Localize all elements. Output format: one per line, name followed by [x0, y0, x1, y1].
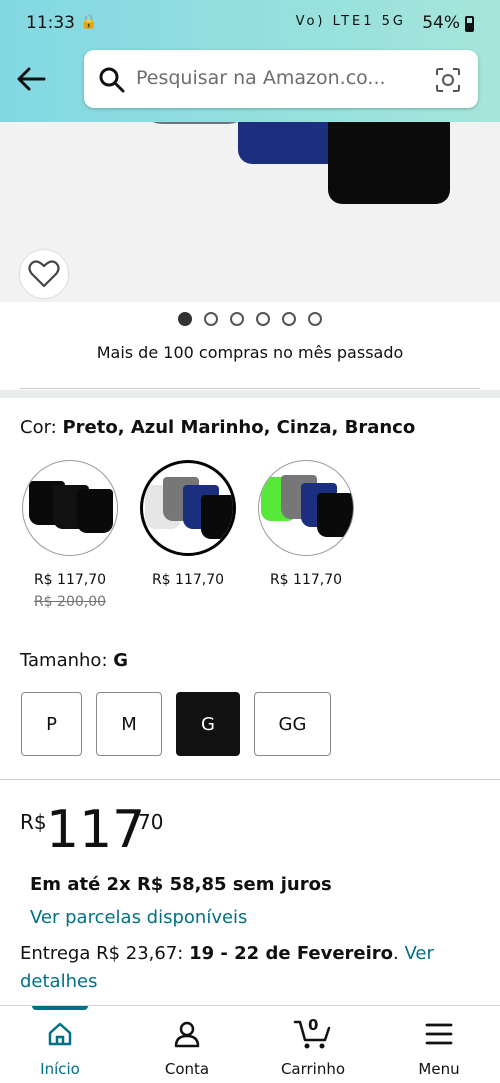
cart-icon: 0 — [263, 1016, 363, 1050]
size-option-p[interactable]: P — [21, 692, 82, 756]
search-input[interactable]: Pesquisar na Amazon.co... — [84, 50, 478, 108]
installments-link[interactable]: Ver parcelas disponíveis — [30, 907, 247, 928]
swatch-old-price: R$ 200,00 — [33, 594, 107, 610]
color-heading: Cor: Preto, Azul Marinho, Cinza, Branco — [20, 417, 415, 438]
gallery-dot[interactable] — [178, 312, 192, 326]
swatch-shirt — [201, 495, 233, 539]
size-option-m[interactable]: M — [96, 692, 162, 756]
size-heading: Tamanho: G — [20, 650, 128, 671]
gallery-dot[interactable] — [308, 312, 322, 326]
nav-account[interactable]: Conta — [137, 1018, 237, 1078]
gallery-dot[interactable] — [204, 312, 218, 326]
price-currency: R$ — [20, 810, 47, 834]
size-label: Tamanho: — [20, 650, 108, 671]
nav-menu[interactable]: Menu — [389, 1018, 489, 1078]
battery-percent: 54% — [422, 13, 460, 33]
cart-count: 0 — [308, 1016, 319, 1034]
swatch-shirt — [317, 493, 353, 537]
gallery-dot[interactable] — [230, 312, 244, 326]
divider — [0, 779, 500, 780]
gallery-dot[interactable] — [282, 312, 296, 326]
back-button[interactable] — [14, 62, 48, 96]
swatch-price: R$ 117,70 — [151, 572, 225, 588]
user-icon — [137, 1018, 237, 1050]
price-integer: 117 — [46, 800, 146, 860]
camera-search-icon[interactable] — [434, 66, 462, 98]
hamburger-menu-icon — [389, 1018, 489, 1050]
delivery-info: Entrega R$ 23,67: 19 - 22 de Fevereiro. … — [20, 940, 480, 996]
delivery-suffix: . — [393, 943, 405, 964]
black-shirt-image — [328, 122, 450, 204]
search-icon — [98, 66, 126, 98]
section-band — [0, 390, 500, 398]
color-swatch-mixed[interactable] — [140, 460, 236, 556]
search-placeholder: Pesquisar na Amazon.co... — [136, 67, 386, 89]
nav-home[interactable]: Início — [10, 1018, 110, 1078]
status-time: 11:33 — [26, 13, 75, 33]
gray-shirt-image — [140, 122, 250, 124]
arrow-left-icon — [17, 67, 46, 91]
installments-text: Em até 2x R$ 58,85 sem juros — [30, 874, 332, 895]
size-value: G — [113, 650, 129, 671]
active-tab-indicator — [32, 1006, 88, 1010]
status-icons: Vo) LTE1 5G — [295, 14, 406, 29]
swatch-price: R$ 117,70 — [33, 572, 107, 588]
status-bar: 11:33 🔒 Vo) LTE1 5G 54% — [0, 0, 500, 48]
color-label: Cor: — [20, 417, 57, 438]
nav-home-label: Início — [40, 1060, 80, 1078]
gallery-dot[interactable] — [256, 312, 270, 326]
product-image[interactable] — [0, 122, 500, 302]
gallery-pagination — [0, 312, 500, 328]
size-option-g[interactable]: G — [176, 692, 240, 756]
swatch-price: R$ 117,70 — [269, 572, 343, 588]
color-value: Preto, Azul Marinho, Cinza, Branco — [62, 417, 416, 438]
bottom-navigation: Início Conta 0 Carrinho Menu — [0, 1005, 500, 1083]
app-header: 11:33 🔒 Vo) LTE1 5G 54% Pesquisar na Ama… — [0, 0, 500, 122]
nav-cart[interactable]: 0 Carrinho — [263, 1016, 363, 1078]
delivery-prefix: Entrega R$ 23,67: — [20, 943, 190, 964]
purchases-note: Mais de 100 compras no mês passado — [96, 343, 404, 362]
price-cents: 70 — [138, 810, 164, 834]
battery-icon — [465, 16, 474, 32]
heart-icon — [28, 260, 60, 288]
nav-menu-label: Menu — [418, 1060, 460, 1078]
delivery-dates: 19 - 22 de Fevereiro — [189, 943, 394, 964]
color-swatch-green-mixed[interactable] — [258, 460, 354, 556]
nav-account-label: Conta — [164, 1060, 210, 1078]
wishlist-heart-button[interactable] — [20, 250, 68, 298]
color-swatch-black[interactable] — [22, 460, 118, 556]
size-option-gg[interactable]: GG — [254, 692, 331, 756]
swatch-shirt — [77, 489, 113, 533]
home-icon — [10, 1018, 110, 1050]
lock-icon: 🔒 — [80, 14, 98, 30]
divider — [20, 388, 480, 389]
nav-cart-label: Carrinho — [280, 1060, 346, 1078]
